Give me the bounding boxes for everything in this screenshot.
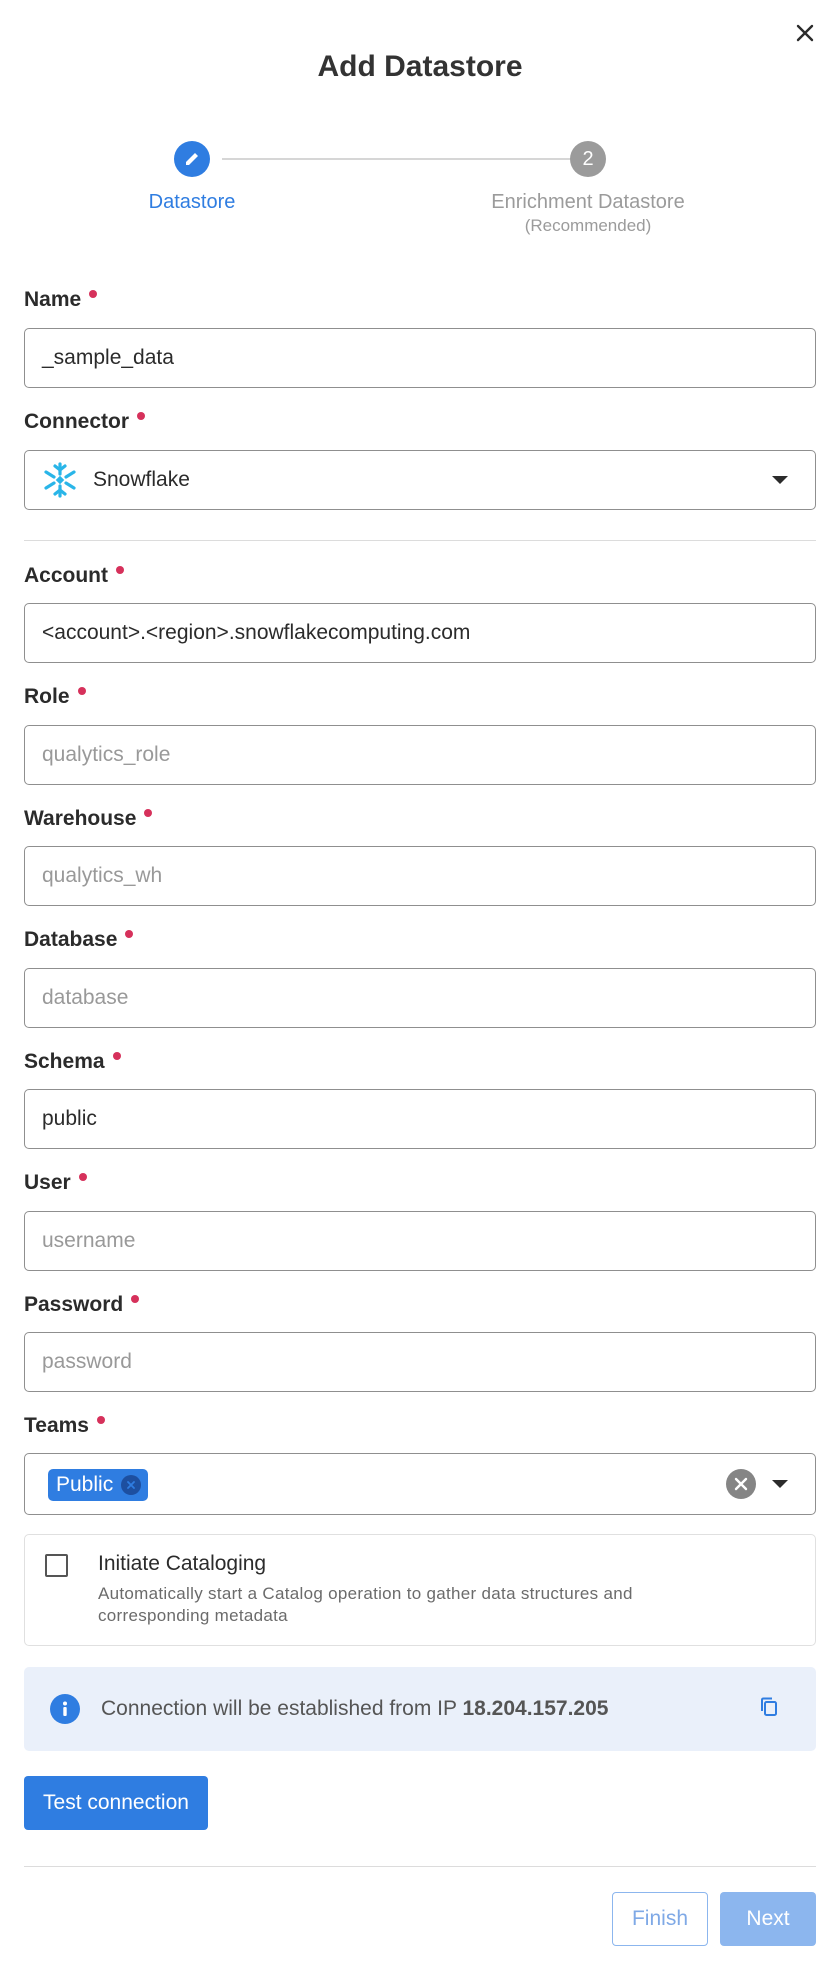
account-field[interactable]: <account>.<region>.snowflakecomputing.co…: [24, 603, 816, 663]
role-field[interactable]: qualytics_role: [24, 725, 816, 785]
step-2-number: 2: [582, 147, 594, 170]
account-label: Account: [24, 564, 124, 588]
connector-select[interactable]: Snowflake: [24, 450, 816, 510]
step-1-indicator: [174, 141, 210, 177]
database-label: Database: [24, 928, 134, 952]
initiate-cataloging-title: Initiate Cataloging: [98, 1552, 267, 1575]
database-placeholder: database: [42, 986, 129, 1009]
schema-label: Schema: [24, 1050, 121, 1074]
copy-icon[interactable]: [758, 1696, 780, 1718]
warehouse-label: Warehouse: [24, 807, 153, 831]
required-indicator: [125, 930, 134, 938]
close-icon: [127, 1481, 135, 1489]
database-field[interactable]: database: [24, 968, 816, 1028]
required-indicator: [131, 1295, 140, 1303]
connector-value: Snowflake: [93, 468, 190, 491]
ip-info-message: Connection will be established from IP: [101, 1697, 457, 1720]
step-1-label: Datastore: [148, 191, 236, 213]
role-label-text: Role: [24, 685, 70, 708]
snowflake-icon: [44, 462, 76, 498]
required-indicator: [112, 1052, 121, 1060]
warehouse-field[interactable]: qualytics_wh: [24, 846, 816, 906]
chevron-down-icon[interactable]: [772, 1480, 788, 1488]
required-indicator: [96, 1416, 105, 1424]
teams-label-text: Teams: [24, 1414, 89, 1437]
teams-label: Teams: [24, 1414, 105, 1438]
initiate-cataloging-checkbox[interactable]: [45, 1554, 68, 1577]
next-button[interactable]: Next: [720, 1892, 816, 1946]
required-indicator: [137, 412, 145, 420]
schema-label-text: Schema: [24, 1050, 105, 1073]
password-field[interactable]: password: [24, 1332, 816, 1392]
role-label: Role: [24, 685, 86, 709]
role-placeholder: qualytics_role: [42, 743, 171, 766]
chip-remove-button[interactable]: [121, 1475, 141, 1495]
finish-button[interactable]: Finish: [612, 1892, 708, 1946]
info-glyph: [63, 1701, 67, 1716]
close-icon: [796, 24, 814, 42]
name-label: Name: [24, 288, 98, 312]
user-label: User: [24, 1171, 87, 1195]
team-chip-public: Public: [48, 1469, 148, 1501]
account-label-text: Account: [24, 564, 108, 587]
info-icon: [50, 1694, 80, 1724]
schema-field[interactable]: public: [24, 1089, 816, 1149]
account-value: <account>.<region>.snowflakecomputing.co…: [42, 621, 471, 644]
user-field[interactable]: username: [24, 1211, 816, 1271]
user-label-text: User: [24, 1171, 71, 1194]
name-label-text: Name: [24, 288, 82, 311]
warehouse-label-text: Warehouse: [24, 807, 137, 830]
password-label-text: Password: [24, 1293, 124, 1316]
warehouse-placeholder: qualytics_wh: [42, 864, 163, 887]
schema-value: public: [42, 1107, 97, 1130]
clear-teams-button[interactable]: [726, 1469, 756, 1499]
team-chip-label: Public: [56, 1473, 114, 1496]
initiate-cataloging-option: Initiate Cataloging Automatically start …: [24, 1534, 816, 1646]
user-placeholder: username: [42, 1229, 136, 1252]
initiate-cataloging-description: Automatically start a Catalog operation …: [98, 1584, 633, 1625]
close-icon: [734, 1477, 748, 1491]
step-2-label: Enrichment Datastore: [491, 191, 685, 213]
dialog-title: Add Datastore: [317, 50, 523, 83]
ip-info-text: Connection will be established from IP 1…: [101, 1697, 608, 1721]
test-connection-button[interactable]: Test connection: [24, 1776, 208, 1830]
pencil-icon: [186, 153, 198, 165]
password-placeholder: password: [42, 1350, 132, 1373]
step-2-sublabel: (Recommended): [524, 216, 652, 235]
add-datastore-dialog: Add Datastore Datastore 2 Enrichment Dat…: [0, 0, 840, 1978]
required-indicator: [116, 566, 124, 574]
footer-divider: [24, 1866, 816, 1867]
required-indicator: [77, 687, 86, 695]
step-2-indicator: 2: [570, 141, 606, 177]
database-label-text: Database: [24, 928, 118, 951]
section-divider: [24, 540, 816, 541]
ip-info-banner: Connection will be established from IP 1…: [24, 1667, 816, 1751]
connector-label: Connector: [24, 410, 145, 434]
name-field[interactable]: _sample_data: [24, 328, 816, 388]
name-value: _sample_data: [42, 346, 174, 369]
required-indicator: [89, 290, 98, 298]
close-button[interactable]: [790, 18, 820, 48]
chevron-down-icon: [772, 476, 788, 484]
ip-address: 18.204.157.205: [462, 1697, 609, 1720]
required-indicator: [78, 1173, 87, 1181]
stepper-connector-line: [222, 158, 570, 160]
connector-label-text: Connector: [24, 410, 129, 433]
required-indicator: [144, 809, 153, 817]
password-label: Password: [24, 1293, 140, 1317]
